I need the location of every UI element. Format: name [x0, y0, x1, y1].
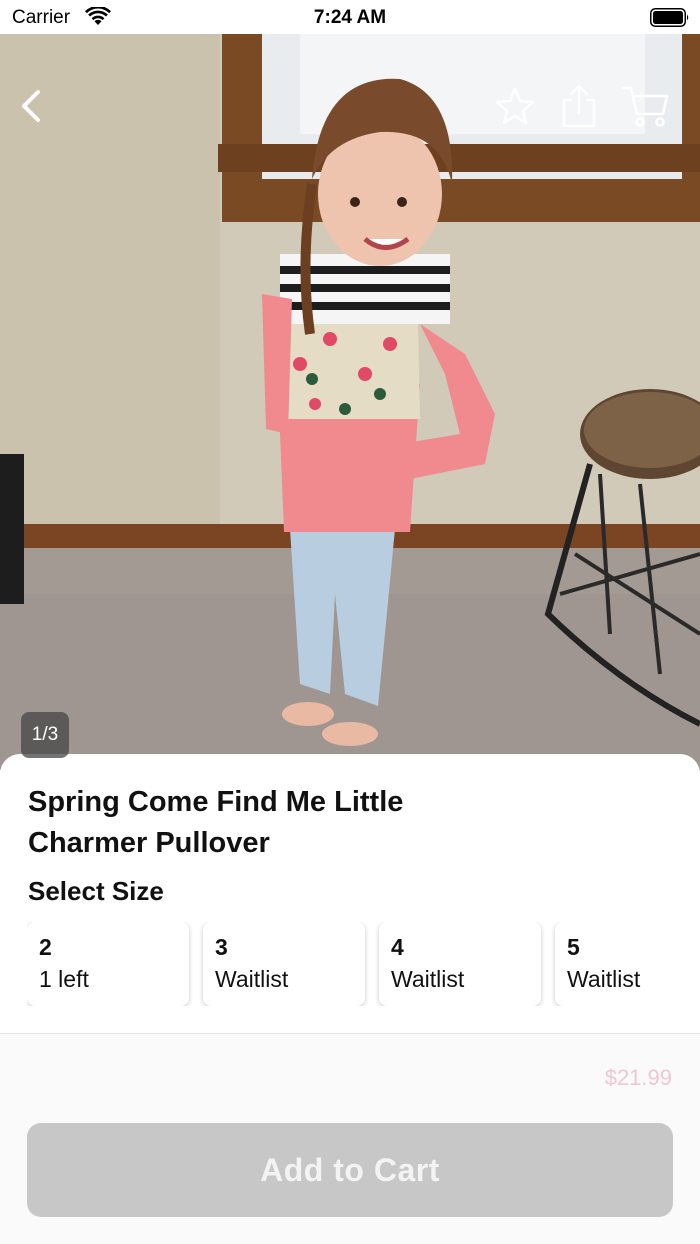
size-availability: Waitlist — [567, 966, 641, 992]
product-price: $21.99 — [604, 1065, 672, 1090]
product-photo[interactable]: 1/3 — [0, 34, 700, 770]
size-availability: Waitlist — [215, 966, 289, 992]
size-option-4[interactable]: 4 Waitlist — [379, 922, 541, 1006]
size-selector: 2 1 left 3 Waitlist 4 Waitlist 5 Waitlis… — [27, 922, 700, 1006]
purchase-footer: $21.99 Add to Cart — [0, 1033, 700, 1244]
size-value: 3 — [215, 934, 228, 960]
product-title: Spring Come Find Me Little Charmer Pullo… — [28, 786, 404, 859]
size-option-2[interactable]: 2 1 left — [27, 922, 189, 1006]
back-chevron-icon — [22, 90, 40, 122]
select-size-label: Select Size — [28, 876, 164, 906]
product-photo-illustration — [0, 34, 700, 770]
size-availability: Waitlist — [391, 966, 465, 992]
cart-button[interactable] — [620, 84, 670, 128]
add-to-cart-button[interactable]: Add to Cart — [27, 1123, 673, 1217]
back-button[interactable] — [10, 84, 54, 128]
size-value: 2 — [39, 934, 52, 960]
image-counter: 1/3 — [21, 712, 69, 758]
size-value: 5 — [567, 934, 580, 960]
size-availability: 1 left — [39, 966, 89, 992]
cart-icon — [621, 86, 669, 127]
share-icon — [562, 84, 596, 128]
share-button[interactable] — [557, 84, 601, 128]
status-time: 7:24 AM — [313, 7, 387, 28]
status-bar: Carrier 7:24 AM — [0, 0, 700, 34]
size-value: 4 — [391, 934, 404, 960]
size-option-5[interactable]: 5 Waitlist — [555, 922, 700, 1006]
size-option-3[interactable]: 3 Waitlist — [203, 922, 365, 1006]
battery-icon — [650, 8, 690, 27]
favorite-button[interactable] — [493, 84, 537, 128]
favorite-star-icon — [495, 87, 535, 125]
